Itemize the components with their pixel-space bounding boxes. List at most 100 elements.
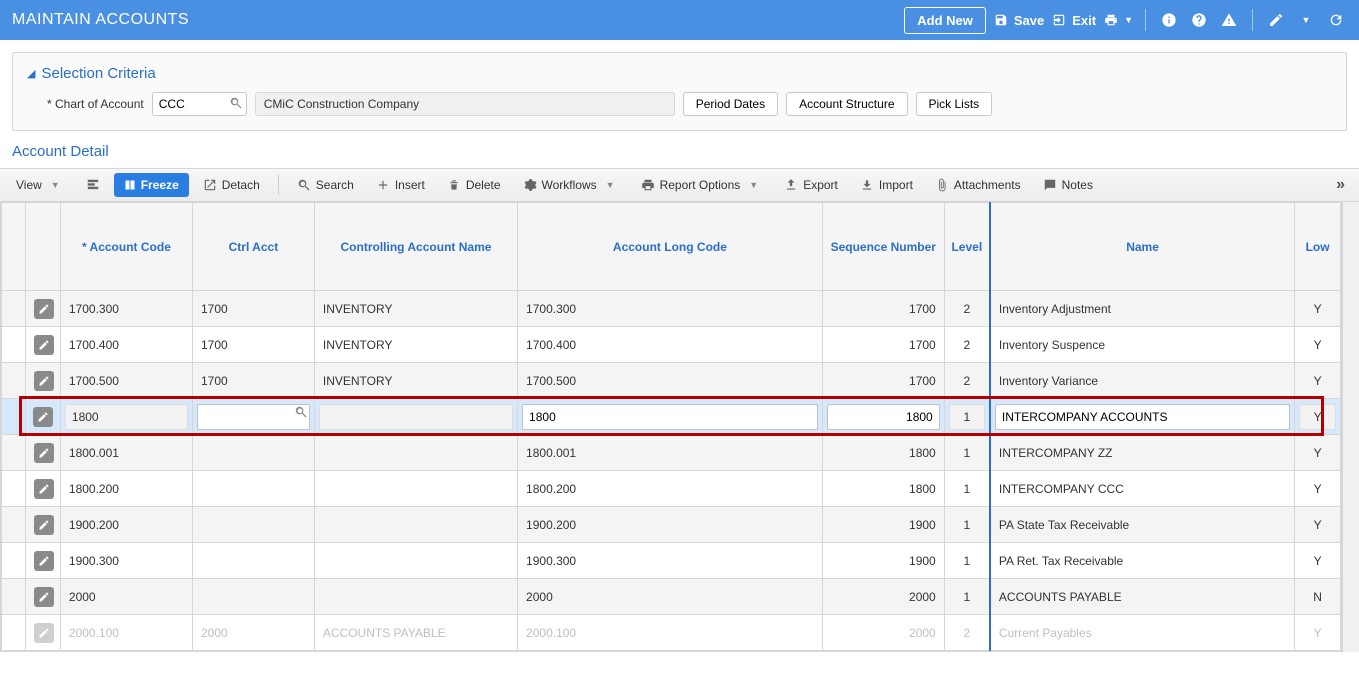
notes-button[interactable]: Notes: [1035, 174, 1101, 196]
table-row[interactable]: 2000200020001ACCOUNTS PAYABLEN: [2, 579, 1341, 615]
report-options-button[interactable]: Report Options ▼: [633, 174, 771, 196]
insert-button[interactable]: Insert: [368, 174, 433, 196]
freeze-button[interactable]: Freeze: [114, 173, 189, 197]
edit-row-button[interactable]: [33, 407, 53, 427]
view-menu[interactable]: View▼: [8, 174, 72, 196]
table-row[interactable]: 1700.5001700INVENTORY1700.50017002Invent…: [2, 363, 1341, 399]
ctrl-acct-cell: [192, 471, 314, 507]
level-cell: 1: [944, 543, 990, 579]
criteria-title-text: Selection Criteria: [41, 65, 155, 82]
level-cell: 2: [944, 615, 990, 651]
level-cell: 1: [944, 471, 990, 507]
low-cell: Y: [1295, 543, 1341, 579]
low-cell: N: [1295, 579, 1341, 615]
edit-row-button[interactable]: [34, 371, 54, 391]
exit-icon: [1052, 13, 1066, 27]
period-dates-button[interactable]: Period Dates: [683, 92, 778, 116]
print-dropdown[interactable]: ▼: [1104, 13, 1133, 27]
table-row[interactable]: 18001Y: [2, 399, 1341, 435]
col-low[interactable]: Low: [1295, 203, 1341, 291]
search-label: Search: [316, 178, 354, 192]
ctrl-name-cell: INVENTORY: [314, 291, 517, 327]
low-cell: Y: [1295, 615, 1341, 651]
seq-cell: 1800: [822, 471, 944, 507]
table-row[interactable]: 1900.2001900.20019001PA State Tax Receiv…: [2, 507, 1341, 543]
search-icon[interactable]: [229, 96, 243, 110]
table-row[interactable]: 1700.4001700INVENTORY1700.40017002Invent…: [2, 327, 1341, 363]
attachments-button[interactable]: Attachments: [927, 174, 1029, 196]
table-row[interactable]: 2000.1002000ACCOUNTS PAYABLE2000.1002000…: [2, 615, 1341, 651]
refresh-icon[interactable]: [1325, 9, 1347, 31]
chart-of-account-input[interactable]: [152, 92, 247, 116]
ctrl-acct-cell: 2000: [192, 615, 314, 651]
col-name[interactable]: Name: [990, 203, 1295, 291]
col-selector: [2, 203, 26, 291]
seq-cell: 1700: [822, 363, 944, 399]
edit-row-button[interactable]: [34, 299, 54, 319]
table-row[interactable]: 1800.0011800.00118001INTERCOMPANY ZZY: [2, 435, 1341, 471]
edit-row-button[interactable]: [34, 623, 54, 643]
account-structure-button[interactable]: Account Structure: [786, 92, 907, 116]
toolbar-overflow[interactable]: »: [1330, 176, 1351, 194]
account-code-cell: 1700.500: [60, 363, 192, 399]
col-seq[interactable]: Sequence Number: [822, 203, 944, 291]
freeze-label: Freeze: [141, 178, 179, 192]
detach-button[interactable]: Detach: [195, 174, 268, 196]
search-button[interactable]: Search: [289, 174, 362, 196]
ctrl-name-cell: [314, 471, 517, 507]
level-cell: 2: [944, 363, 990, 399]
workflows-button[interactable]: Workflows ▼: [515, 174, 627, 196]
level-cell: 2: [944, 291, 990, 327]
dropdown-caret-icon[interactable]: ▼: [1295, 9, 1317, 31]
col-long-code[interactable]: Account Long Code: [518, 203, 823, 291]
seq-cell: 1900: [822, 507, 944, 543]
table-row[interactable]: 1800.2001800.20018001INTERCOMPANY CCCY: [2, 471, 1341, 507]
account-code-cell: 1700.400: [60, 327, 192, 363]
edit-mode-icon[interactable]: [1265, 9, 1287, 31]
pick-lists-button[interactable]: Pick Lists: [916, 92, 993, 116]
col-account-code[interactable]: * Account Code: [60, 203, 192, 291]
ctrl-acct-cell: [192, 543, 314, 579]
edit-row-button[interactable]: [34, 479, 54, 499]
add-new-button[interactable]: Add New: [904, 7, 986, 34]
delete-button[interactable]: Delete: [439, 174, 509, 196]
ctrl-acct-cell: 1700: [192, 327, 314, 363]
col-ctrl-acct[interactable]: Ctrl Acct: [192, 203, 314, 291]
ctrl-name-cell: INVENTORY: [314, 363, 517, 399]
seq-input[interactable]: [827, 404, 940, 430]
help-icon[interactable]: [1188, 9, 1210, 31]
export-button[interactable]: Export: [776, 174, 846, 196]
level-cell: 1: [949, 404, 985, 430]
account-code-cell: 1900.300: [60, 543, 192, 579]
account-code-cell: 1700.300: [60, 291, 192, 327]
save-label: Save: [1014, 13, 1044, 28]
warning-icon[interactable]: [1218, 9, 1240, 31]
level-cell: 1: [944, 435, 990, 471]
exit-label: Exit: [1072, 13, 1096, 28]
table-row[interactable]: 1900.3001900.30019001PA Ret. Tax Receiva…: [2, 543, 1341, 579]
edit-row-button[interactable]: [34, 515, 54, 535]
edit-row-button[interactable]: [34, 551, 54, 571]
ctrl-name-cell: INVENTORY: [314, 327, 517, 363]
long-code-input[interactable]: [522, 404, 818, 430]
edit-row-button[interactable]: [34, 587, 54, 607]
exit-button[interactable]: Exit: [1052, 13, 1096, 28]
vertical-scrollbar[interactable]: [1342, 202, 1359, 652]
name-cell: Inventory Variance: [990, 363, 1295, 399]
ctrl-acct-cell: 1700: [192, 363, 314, 399]
collapse-triangle-icon[interactable]: ◢: [27, 67, 35, 80]
format-icon[interactable]: [78, 174, 108, 196]
info-icon[interactable]: [1158, 9, 1180, 31]
name-input[interactable]: [995, 404, 1290, 430]
import-button[interactable]: Import: [852, 174, 921, 196]
ctrl-name-cell: [314, 543, 517, 579]
view-label: View: [16, 178, 42, 192]
edit-row-button[interactable]: [34, 335, 54, 355]
col-ctrl-name[interactable]: Controlling Account Name: [314, 203, 517, 291]
save-button[interactable]: Save: [994, 13, 1044, 28]
level-cell: 2: [944, 327, 990, 363]
search-icon[interactable]: [294, 405, 308, 419]
table-row[interactable]: 1700.3001700INVENTORY1700.30017002Invent…: [2, 291, 1341, 327]
col-level[interactable]: Level: [944, 203, 990, 291]
edit-row-button[interactable]: [34, 443, 54, 463]
